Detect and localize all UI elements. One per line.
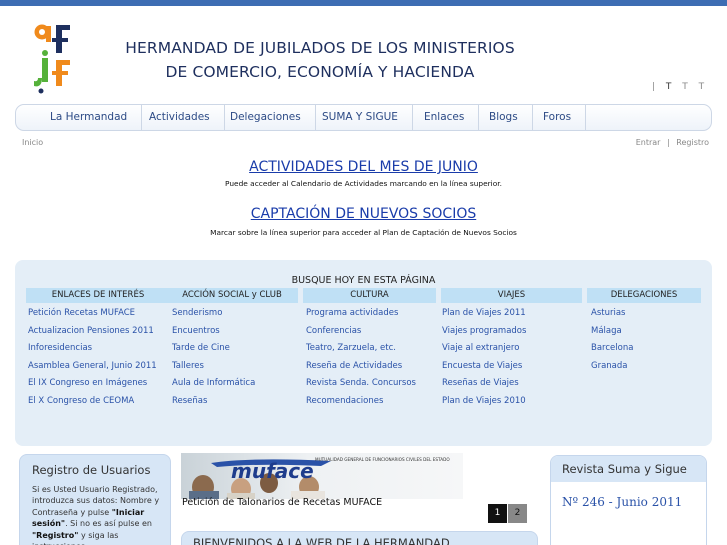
registro-instructions: Si es Usted Usuario Registrado, introduz… bbox=[32, 484, 166, 545]
link-asturias[interactable]: Asturias bbox=[591, 308, 625, 318]
main-navigation: La Hermandad Actividades Delegaciones SU… bbox=[15, 104, 712, 131]
registro-text-b: . Si no es así pulse en bbox=[65, 519, 152, 529]
link-plan-viajes-2011[interactable]: Plan de Viajes 2011 bbox=[442, 308, 526, 318]
nav-blogs[interactable]: Blogs bbox=[475, 105, 533, 130]
font-size-controls: | T T T bbox=[648, 82, 708, 92]
link-encuesta-viajes[interactable]: Encuesta de Viajes bbox=[442, 361, 522, 371]
site-title-line2: DE COMERCIO, ECONOMÍA Y HACIENDA bbox=[165, 63, 475, 81]
auth-separator: | bbox=[667, 138, 670, 147]
link-encuentros[interactable]: Encuentros bbox=[172, 326, 220, 336]
link-malaga[interactable]: Málaga bbox=[591, 326, 622, 336]
font-size-medium[interactable]: T bbox=[682, 82, 688, 92]
link-x-congreso[interactable]: El X Congreso de CEOMA bbox=[28, 396, 134, 406]
col-header-viajes: VIAJES bbox=[441, 288, 582, 303]
registro-bold-registro: "Registro" bbox=[32, 530, 79, 540]
panel-title: BUSQUE HOY EN ESTA PÁGINA bbox=[291, 275, 436, 286]
link-programa-actividades[interactable]: Programa actividades bbox=[306, 308, 398, 318]
links-panel: BUSQUE HOY EN ESTA PÁGINA ENLACES DE INT… bbox=[15, 260, 712, 446]
link-resenas-viajes[interactable]: Reseñas de Viajes bbox=[442, 378, 519, 388]
link-barcelona[interactable]: Barcelona bbox=[591, 343, 633, 353]
link-actualizacion-pensiones[interactable]: Actualizacion Pensiones 2011 bbox=[28, 326, 154, 336]
welcome-title: BIENVENIDOS A LA WEB DE LA HERMANDAD bbox=[193, 536, 450, 545]
site-header: HERMANDAD DE JUBILADOS DE LOS MINISTERIO… bbox=[0, 6, 727, 100]
register-link[interactable]: Registro bbox=[676, 138, 709, 147]
breadcrumb-bar: Inicio Entrar | Registro bbox=[0, 138, 727, 152]
link-plan-viajes-2010[interactable]: Plan de Viajes 2010 bbox=[442, 396, 526, 406]
subline-actividades: Puede acceder al Calendario de Actividad… bbox=[225, 179, 502, 188]
revista-issue-link[interactable]: Nº 246 - Junio 2011 bbox=[562, 495, 682, 509]
headline-captacion[interactable]: CAPTACIÓN DE NUEVOS SOCIOS bbox=[0, 206, 727, 222]
font-size-large[interactable]: T bbox=[699, 82, 705, 92]
revista-title: Revista Suma y Sigue bbox=[562, 462, 687, 476]
nav-suma-y-sigue[interactable]: SUMA Y SIGUE bbox=[308, 105, 413, 130]
subline-captacion: Marcar sobre la línea superior para acce… bbox=[210, 228, 517, 237]
link-peticion-recetas[interactable]: Petición Recetas MUFACE bbox=[28, 308, 135, 318]
link-inforesidencias[interactable]: Inforesidencias bbox=[28, 343, 92, 353]
headline-actividades[interactable]: ACTIVIDADES DEL MES DE JUNIO bbox=[0, 159, 727, 175]
slider-page-2[interactable]: 2 bbox=[508, 504, 527, 523]
link-aula-informatica[interactable]: Aula de Informática bbox=[172, 378, 255, 388]
link-recomendaciones[interactable]: Recomendaciones bbox=[306, 396, 383, 406]
link-resena-actividades[interactable]: Reseña de Actividades bbox=[306, 361, 402, 371]
link-senderismo[interactable]: Senderismo bbox=[172, 308, 222, 318]
link-ix-congreso[interactable]: El IX Congreso en Imágenes bbox=[28, 378, 147, 388]
link-revista-senda[interactable]: Revista Senda. Concursos bbox=[306, 378, 416, 388]
login-link[interactable]: Entrar bbox=[636, 138, 661, 147]
link-tarde-de-cine[interactable]: Tarde de Cine bbox=[172, 343, 230, 353]
breadcrumb-home[interactable]: Inicio bbox=[22, 138, 43, 147]
link-resenas[interactable]: Reseñas bbox=[172, 396, 207, 406]
auth-links: Entrar | Registro bbox=[632, 138, 709, 147]
muface-banner-small-text: MUTUALIDAD GENERAL DE FUNCIONARIOS CIVIL… bbox=[315, 457, 450, 462]
col-header-accion-social: ACCIÓN SOCIAL y CLUB bbox=[166, 288, 298, 303]
nav-la-hermandad[interactable]: La Hermandad bbox=[36, 105, 143, 130]
link-teatro-zarzuela[interactable]: Teatro, Zarzuela, etc. bbox=[306, 343, 396, 353]
revista-panel: Revista Suma y Sigue Nº 246 - Junio 2011 bbox=[550, 455, 707, 545]
link-granada[interactable]: Granada bbox=[591, 361, 628, 371]
divider: | bbox=[652, 82, 656, 92]
registro-title: Registro de Usuarios bbox=[32, 463, 151, 477]
registro-usuarios-panel: Registro de Usuarios Si es Usted Usuario… bbox=[19, 454, 171, 545]
link-viajes-programados[interactable]: Viajes programados bbox=[442, 326, 526, 336]
nav-foros[interactable]: Foros bbox=[529, 105, 587, 130]
muface-banner[interactable]: muface MUTUALIDAD GENERAL DE FUNCIONARIO… bbox=[181, 453, 463, 499]
col-header-delegaciones: DELEGACIONES bbox=[587, 288, 701, 303]
muface-caption[interactable]: Petición de Talonarios de Recetas MUFACE bbox=[182, 497, 382, 508]
font-size-small[interactable]: T bbox=[666, 82, 672, 92]
revista-header: Revista Suma y Sigue bbox=[551, 456, 706, 482]
muface-logo-text: muface bbox=[231, 459, 314, 483]
site-title-line1: HERMANDAD DE JUBILADOS DE LOS MINISTERIO… bbox=[125, 39, 515, 57]
nav-actividades[interactable]: Actividades bbox=[135, 105, 225, 130]
link-viaje-extranjero[interactable]: Viaje al extranjero bbox=[442, 343, 519, 353]
site-title: HERMANDAD DE JUBILADOS DE LOS MINISTERIO… bbox=[90, 36, 550, 84]
muface-banner-image: muface MUTUALIDAD GENERAL DE FUNCIONARIO… bbox=[189, 457, 450, 499]
welcome-panel: BIENVENIDOS A LA WEB DE LA HERMANDAD bbox=[181, 531, 538, 545]
link-conferencias[interactable]: Conferencias bbox=[306, 326, 361, 336]
link-talleres[interactable]: Talleres bbox=[172, 361, 204, 371]
nav-enlaces[interactable]: Enlaces bbox=[410, 105, 480, 130]
link-asamblea-general[interactable]: Asamblea General, Junio 2011 bbox=[28, 361, 157, 371]
slider-page-1[interactable]: 1 bbox=[488, 504, 507, 523]
col-header-cultura: CULTURA bbox=[303, 288, 436, 303]
nav-delegaciones[interactable]: Delegaciones bbox=[216, 105, 316, 130]
hermandad-logo[interactable] bbox=[30, 22, 76, 94]
col-header-enlaces: ENLACES DE INTERÉS bbox=[26, 288, 170, 303]
